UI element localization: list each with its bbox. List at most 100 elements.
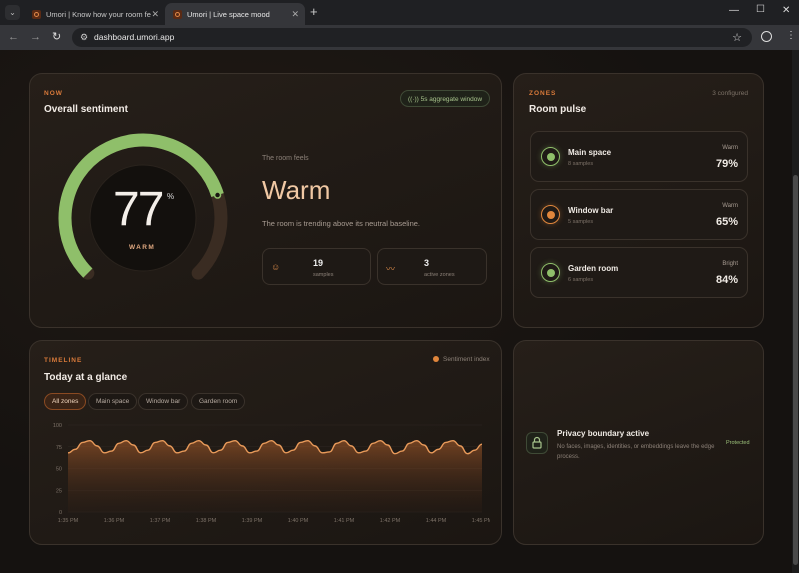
overall-sentiment-card: NOW Overall sentiment ((·)) 5s aggregate… (29, 73, 502, 328)
zone-status-dot (546, 210, 555, 219)
x-tick-label: 1:39 PM (242, 518, 263, 524)
chart-legend: Sentiment index (433, 356, 490, 363)
filter-main-space[interactable]: Main space (88, 393, 138, 410)
x-tick-label: 1:42 PM (380, 518, 401, 524)
card-title: Today at a glance (44, 372, 128, 383)
protected-badge: Protected (726, 440, 750, 446)
site-settings-icon[interactable]: ⚙ (80, 32, 88, 43)
tab-title: Umori | Live space mood (187, 9, 270, 19)
sentiment-timeline-chart: 0 25 50 75 100 1:35 PM 1:36 PM 1:37 PM 1:38 PM 1:… (53, 423, 490, 524)
gauge-label: WARM (129, 244, 156, 251)
zone-samples: 8 samples (568, 161, 594, 167)
stat-value: 19 (313, 258, 324, 268)
card-title: Overall sentiment (44, 104, 128, 115)
zone-card-garden-room[interactable]: Garden room 6 samples Bright 84% (530, 247, 748, 298)
x-tick-label: 1:36 PM (104, 518, 125, 524)
back-arrow-icon[interactable]: ← (8, 31, 19, 43)
zone-mood: Warm (722, 145, 738, 151)
privacy-title: Privacy boundary active (557, 429, 650, 438)
browser-tab-active[interactable]: Umori | Live space mood ✕ (165, 3, 305, 25)
stat-label: active zones (424, 272, 455, 278)
forward-arrow-icon[interactable]: → (30, 31, 41, 43)
zone-card-main-space[interactable]: Main space 8 samples Warm 79% (530, 131, 748, 182)
x-tick-label: 1:37 PM (150, 518, 171, 524)
lock-icon (526, 432, 548, 454)
x-tick-label: 1:35 PM (58, 518, 79, 524)
close-icon[interactable]: ✕ (291, 9, 299, 20)
more-vert-icon[interactable]: ⋮ (786, 30, 796, 42)
address-toolbar: ← → ↻ ⚙ dashboard.umori.app ☆ (0, 25, 799, 50)
y-tick-label: 25 (56, 488, 62, 494)
room-pulse-card: ZONES Room pulse 3 configured Main space… (513, 73, 764, 328)
profile-icon[interactable] (761, 31, 772, 42)
legend-label: Sentiment index (443, 356, 490, 363)
browser-tab-strip: ⌄ Umori | Know how your room fe ✕ Umori … (0, 0, 799, 25)
x-tick-label: 1:38 PM (196, 518, 217, 524)
browser-tab[interactable]: Umori | Know how your room fe ✕ (24, 3, 165, 25)
broadcast-icon: ((·)) (408, 96, 419, 103)
zone-name: Main space (568, 148, 612, 157)
lock-icon-glyph (532, 436, 542, 449)
filter-all-zones[interactable]: All zones (44, 393, 87, 410)
zone-percent: 84% (715, 274, 738, 286)
card-title: Room pulse (529, 104, 587, 115)
mood-label: Warm (262, 175, 331, 205)
card-kicker: ZONES (529, 90, 557, 97)
reload-icon[interactable]: ↻ (52, 31, 61, 43)
y-tick-label: 75 (56, 445, 62, 451)
card-kicker: NOW (44, 90, 63, 97)
feels-label: The room feels (262, 155, 309, 162)
close-icon[interactable]: ✕ (151, 9, 159, 20)
zone-status-dot (546, 268, 555, 277)
minimize-icon[interactable]: — (729, 5, 739, 16)
url-text[interactable]: dashboard.umori.app (94, 32, 174, 42)
legend-swatch (433, 356, 439, 362)
stat-value: 3 (424, 258, 430, 268)
bookmark-star-icon[interactable]: ☆ (732, 31, 742, 44)
privacy-card: Privacy boundary active No faces, images… (513, 340, 764, 545)
y-tick-label: 0 (59, 510, 62, 516)
zone-status-dot (546, 152, 555, 161)
zone-name: Garden room (568, 264, 619, 273)
chevron-down-icon[interactable]: ⌄ (5, 5, 20, 20)
timeline-card: TIMELINE Today at a glance Sentiment ind… (29, 340, 502, 545)
zone-samples: 6 samples (568, 277, 594, 283)
zone-card-window-bar[interactable]: Window bar 5 samples Warm 65% (530, 189, 748, 240)
aggregate-window-pill: ((·)) 5s aggregate window (400, 90, 491, 107)
umori-favicon-icon (32, 9, 41, 19)
activity-icon: 〰 (386, 264, 396, 274)
sentiment-area (68, 440, 482, 512)
scrollbar-thumb[interactable] (793, 175, 798, 565)
y-tick-label: 100 (53, 423, 62, 429)
tab-title: Umori | Know how your room fe (46, 9, 151, 19)
privacy-text: No faces, images, identities, or embeddi… (557, 444, 715, 460)
people-icon: ☺ (271, 262, 281, 272)
x-tick-label: 1:44 PM (426, 518, 447, 524)
stat-label: samples (313, 272, 334, 278)
filter-window-bar[interactable]: Window bar (138, 393, 189, 410)
x-tick-label: 1:41 PM (334, 518, 355, 524)
maximize-icon[interactable]: ☐ (756, 4, 765, 15)
y-tick-label: 50 (56, 467, 62, 473)
stat-samples: ☺ 19 samples (262, 248, 371, 285)
x-tick-label: 1:40 PM (288, 518, 309, 524)
stat-active-zones: 〰 3 active zones (377, 248, 487, 285)
aggregate-window-label: 5s aggregate window (420, 96, 483, 103)
new-tab-button[interactable]: + (310, 5, 318, 19)
gauge-knob (213, 191, 222, 199)
filter-garden-room[interactable]: Garden room (191, 393, 246, 410)
gauge-unit: % (167, 192, 175, 201)
zone-mood: Warm (722, 203, 738, 209)
trend-text: The room is trending above its neutral b… (262, 219, 421, 228)
zone-name: Window bar (568, 206, 614, 215)
zone-samples: 5 samples (568, 219, 594, 225)
umori-favicon-icon (173, 9, 182, 19)
gauge-value: 77 (113, 183, 164, 236)
x-tick-label: 1:45 PM (472, 518, 490, 524)
card-kicker: TIMELINE (44, 357, 83, 364)
close-window-icon[interactable]: ✕ (782, 5, 790, 16)
dashboard-page: NOW Overall sentiment ((·)) 5s aggregate… (0, 50, 792, 573)
address-bar[interactable]: ⚙ dashboard.umori.app ☆ (72, 28, 752, 47)
zone-percent: 65% (715, 216, 738, 228)
zone-percent: 79% (715, 158, 738, 170)
